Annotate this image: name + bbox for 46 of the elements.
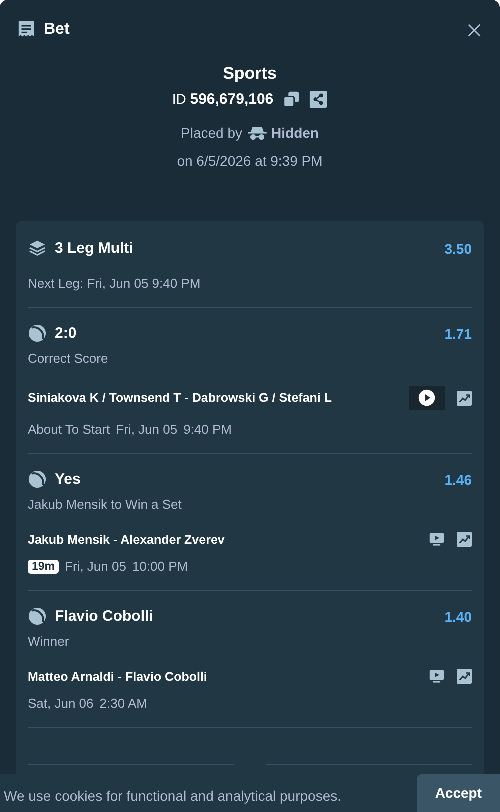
- match-time: 2:30 AM: [100, 696, 148, 711]
- selection-name: Yes: [55, 471, 82, 488]
- match-time: 9:40 PM: [184, 422, 232, 437]
- panel-title: Bet: [44, 21, 71, 39]
- accept-button[interactable]: Accept: [417, 774, 500, 812]
- match-time: 10:00 PM: [132, 559, 188, 574]
- cookie-message: We use cookies for functional and analytical purposes.: [4, 788, 342, 804]
- market-name: Winner: [28, 634, 70, 649]
- match-date: Sat, Jun 06: [28, 696, 94, 711]
- tv-icon[interactable]: [429, 532, 445, 547]
- tennis-ball-icon: [28, 607, 47, 626]
- stats-icon[interactable]: [457, 532, 472, 547]
- multi-title: 3 Leg Multi: [55, 240, 134, 257]
- copy-icon[interactable]: [282, 90, 301, 109]
- match-status: About To Start: [28, 422, 110, 437]
- match-date: Fri, Jun 05: [116, 422, 178, 437]
- match-name: Matteo Arnaldi - Flavio Cobolli: [28, 670, 208, 684]
- selection-name: Flavio Cobolli: [55, 608, 154, 625]
- tv-icon[interactable]: [429, 669, 445, 684]
- match-name: Jakub Mensik - Alexander Zverev: [28, 532, 226, 546]
- category-title: Sports: [223, 64, 277, 84]
- odds: 1.71: [444, 326, 472, 342]
- incognito-icon: [248, 126, 267, 140]
- close-icon[interactable]: [467, 22, 482, 38]
- layers-icon: [28, 239, 47, 258]
- match-date: Fri, Jun 05: [65, 559, 126, 574]
- tennis-ball-icon: [28, 324, 47, 343]
- play-button[interactable]: [409, 386, 445, 410]
- placed-by-label: Placed by: [181, 125, 243, 141]
- selection-name: 2:0: [55, 325, 78, 342]
- placed-by-user: Hidden: [272, 125, 319, 141]
- next-leg-time: Next Leg: Fri, Jun 05 9:40 PM: [28, 276, 202, 291]
- tennis-ball-icon: [28, 470, 47, 489]
- countdown-badge: 19m: [28, 560, 60, 574]
- play-icon: [418, 389, 436, 407]
- stats-icon[interactable]: [457, 390, 472, 406]
- share-icon[interactable]: [308, 90, 328, 109]
- odds: 1.46: [444, 472, 472, 488]
- market-name: Correct Score: [28, 351, 110, 366]
- market-name: Jakub Mensik to Win a Set: [28, 497, 183, 512]
- odds: 3.50: [444, 240, 472, 256]
- stats-icon[interactable]: [457, 669, 472, 684]
- odds: 1.40: [444, 608, 472, 624]
- placed-date: on 6/5/2026 at 9:39 PM: [177, 153, 323, 169]
- bet-id: ID 596,679,106: [172, 91, 274, 108]
- match-name: Siniakova K / Townsend T - Dabrowski G / Stefani L: [28, 391, 333, 405]
